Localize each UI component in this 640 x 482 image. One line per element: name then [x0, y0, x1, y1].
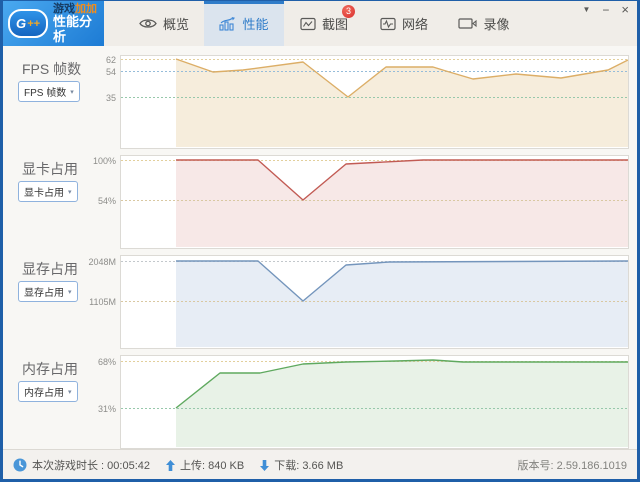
y-axis-tick: 2048M — [3, 257, 116, 267]
tab-recording[interactable]: 录像 — [444, 1, 524, 46]
clock-icon — [13, 458, 27, 472]
session-duration: 本次游戏时长 : 00:05:42 — [32, 457, 150, 473]
panel-vram: 显存占用显存占用▾2048M1105M — [3, 256, 637, 348]
menu-button[interactable]: ▼ — [582, 4, 590, 16]
eye-icon — [139, 17, 157, 30]
vram-chart — [121, 256, 628, 348]
upload-arrow-icon — [166, 460, 175, 471]
panel-gpu: 显卡占用显卡占用▾100%54% — [3, 156, 637, 248]
logo-letter: G — [16, 16, 26, 31]
record-icon — [458, 17, 477, 30]
tab-label: 录像 — [483, 14, 509, 33]
y-axis-tick: 31% — [3, 404, 116, 414]
tab-label: 网络 — [402, 14, 428, 33]
y-axis-tick: 68% — [3, 357, 116, 367]
chevron-down-icon: ▾ — [68, 288, 72, 296]
y-axis-tick: 100% — [3, 156, 116, 166]
tab-performance[interactable]: 性能 — [204, 1, 284, 46]
panel-ram: 内存占用内存占用 ▾ 68% 31% — [3, 356, 637, 448]
close-button[interactable]: × — [621, 4, 629, 16]
panel-fps: FPS 帧数FPS 帧数▾625435 — [3, 56, 637, 148]
gpu-chart — [121, 156, 628, 248]
tab-overview[interactable]: 概览 — [124, 1, 204, 46]
performance-panels: FPS 帧数FPS 帧数▾625435显卡占用显卡占用▾100%54%显存占用显… — [3, 46, 637, 449]
chevron-down-icon: ▾ — [68, 188, 72, 196]
y-axis-tick: 1105M — [3, 297, 116, 307]
tab-network[interactable]: 网络 — [364, 1, 444, 46]
tab-screenshot[interactable]: 截图3 — [284, 1, 364, 46]
upload-stat: 上传: 840 KB — [180, 457, 244, 473]
y-axis-tick: 54 — [3, 67, 116, 77]
performance-chart-icon — [219, 16, 236, 31]
download-arrow-icon — [260, 460, 269, 471]
window-controls: ▼ − × — [582, 4, 629, 16]
minimize-button[interactable]: − — [602, 4, 609, 16]
version-label: 版本号: 2.59.186.1019 — [518, 457, 627, 473]
tab-bar: G++ 游戏加加 性能分析 概览 性能截图3 网络 录像 ▼ − × — [3, 1, 637, 46]
gpp-logo-icon: G++ — [8, 9, 48, 38]
ram-chart — [121, 356, 628, 448]
tab-label: 概览 — [163, 14, 189, 33]
screenshot-badge: 3 — [342, 5, 355, 18]
logo-plus: ++ — [27, 18, 40, 30]
app-logo: G++ 游戏加加 性能分析 — [3, 1, 104, 46]
y-axis-tick: 35 — [3, 93, 116, 103]
screenshot-icon — [300, 17, 316, 31]
tabs: 概览 性能截图3 网络 录像 — [124, 1, 524, 46]
download-stat: 下载: 3.66 MB — [274, 457, 343, 473]
tab-label: 性能 — [242, 14, 268, 33]
ram-metric-dropdown[interactable]: 内存占用 ▾ — [18, 381, 78, 402]
network-icon — [380, 17, 396, 31]
app-title: 游戏加加 性能分析 — [53, 3, 104, 44]
status-bar: 本次游戏时长 : 00:05:42 上传: 840 KB 下载: 3.66 MB… — [3, 449, 637, 480]
dropdown-label: 内存占用 — [24, 384, 64, 399]
app-window: G++ 游戏加加 性能分析 概览性能截图3网络录像 ▼ − × FPS 帧数FP… — [0, 0, 640, 482]
fps-chart — [121, 56, 628, 148]
y-axis-tick: 54% — [3, 196, 116, 206]
y-axis-tick: 62 — [3, 55, 116, 65]
brand-subtitle: 性能分析 — [53, 15, 104, 44]
chevron-down-icon: ▾ — [68, 388, 72, 396]
